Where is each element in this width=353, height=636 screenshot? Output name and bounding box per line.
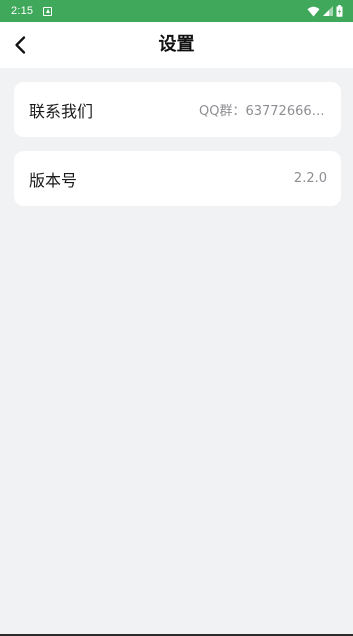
status-time: 2:15 <box>11 5 34 17</box>
wifi-icon <box>307 6 320 16</box>
version-value: 2.2.0 <box>293 171 327 186</box>
status-bar: 2:15 <box>0 0 353 22</box>
app-bar: 设置 <box>0 22 353 68</box>
version-item[interactable]: 版本号 2.2.0 <box>14 151 341 206</box>
notification-icon <box>43 6 53 16</box>
status-icons <box>307 5 343 17</box>
contact-us-label: 联系我们 <box>29 101 94 121</box>
contact-us-value: QQ群：637726665 ... <box>199 104 327 119</box>
battery-icon <box>336 5 343 17</box>
page-title: 设置 <box>158 34 195 55</box>
signal-icon <box>323 6 333 16</box>
contact-us-item[interactable]: 联系我们 QQ群：637726665 ... <box>14 82 341 137</box>
version-label: 版本号 <box>29 170 78 190</box>
